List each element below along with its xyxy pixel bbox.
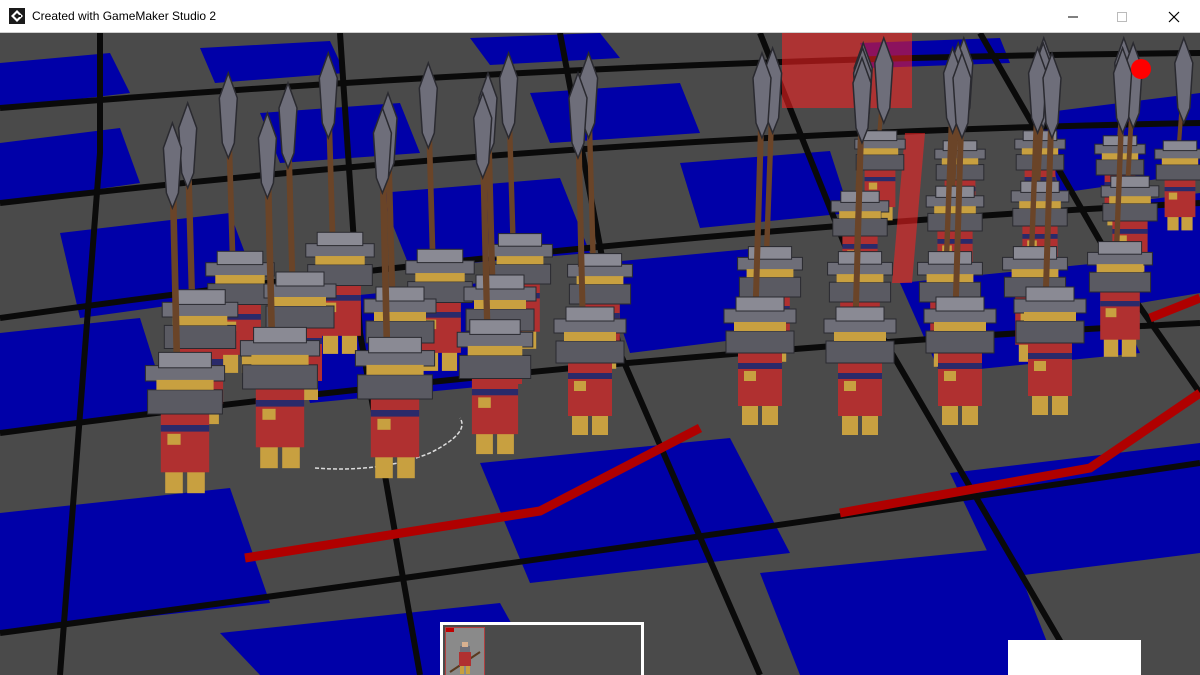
unit-health-bar bbox=[446, 628, 455, 632]
gamemaker-icon bbox=[9, 8, 25, 24]
unit-card[interactable] bbox=[440, 622, 644, 675]
close-icon bbox=[1168, 11, 1180, 22]
maximize-button[interactable] bbox=[1099, 0, 1145, 33]
game-window: Created with GameMaker Studio 2 bbox=[0, 0, 1200, 675]
game-viewport[interactable] bbox=[0, 33, 1200, 675]
close-button[interactable] bbox=[1151, 0, 1197, 33]
info-panel[interactable] bbox=[1008, 640, 1141, 675]
window-title: Created with GameMaker Studio 2 bbox=[32, 9, 217, 23]
unit-portrait[interactable] bbox=[445, 627, 485, 675]
spearman-portrait-icon bbox=[449, 642, 481, 674]
battle-scene[interactable] bbox=[0, 33, 1200, 675]
maximize-icon bbox=[1117, 11, 1127, 22]
minimize-button[interactable] bbox=[1050, 0, 1096, 33]
objective-marker-icon[interactable] bbox=[1131, 59, 1151, 79]
minimize-icon bbox=[1068, 16, 1078, 17]
title-bar[interactable]: Created with GameMaker Studio 2 bbox=[0, 0, 1200, 33]
